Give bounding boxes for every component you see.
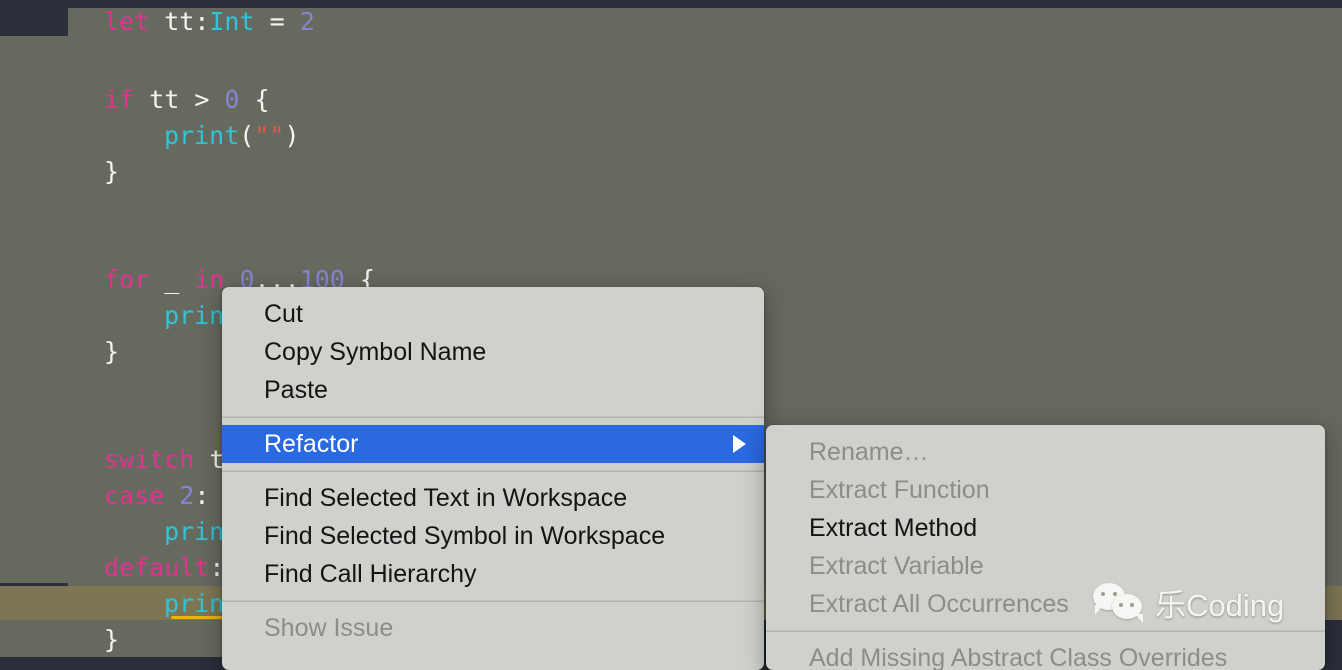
code-line: } <box>104 622 119 658</box>
code-token: } <box>104 337 120 366</box>
menu-item-label: Extract Function <box>809 476 990 504</box>
code-token: for <box>104 265 150 294</box>
code-token: 0 <box>224 85 240 114</box>
code-token: tt > <box>134 85 225 114</box>
refactor-submenu-item-extract-variable: Extract Variable <box>766 547 1325 585</box>
context-menu-top-padding <box>222 287 764 295</box>
code-token: 2 <box>299 7 315 36</box>
refactor-submenu-item-rename: Rename… <box>766 433 1325 471</box>
code-line: } <box>104 154 119 190</box>
refactor-submenu-top-padding <box>766 425 1325 433</box>
menu-item-label: Add Missing Abstract Class Overrides <box>809 644 1228 670</box>
code-token: : <box>194 7 210 36</box>
context-menu-item-refactor[interactable]: Refactor <box>222 425 764 463</box>
code-token: tt <box>149 7 195 36</box>
code-line: case 2: <box>104 478 209 514</box>
refactor-submenu-item-extract-method[interactable]: Extract Method <box>766 509 1325 547</box>
refactor-submenu-item-extract-function: Extract Function <box>766 471 1325 509</box>
code-token: } <box>104 157 120 186</box>
menu-separator <box>222 600 764 602</box>
menu-item-label: Copy Symbol Name <box>264 338 487 366</box>
context-menu-item-cut[interactable]: Cut <box>222 295 764 333</box>
menu-separator <box>222 470 764 472</box>
context-menu-item-find-selected-symbol-in-workspace[interactable]: Find Selected Symbol in Workspace <box>222 517 764 555</box>
menu-separator <box>766 630 1325 632</box>
menu-item-label: Extract Method <box>809 514 978 542</box>
code-token: let <box>104 7 150 36</box>
menu-item-label: Find Call Hierarchy <box>264 560 477 588</box>
code-line: default: <box>104 550 224 586</box>
screen: let tt:Int = 2 if tt > 0 {print("")} for _… <box>0 0 1342 670</box>
menu-item-label: Paste <box>264 376 328 404</box>
menu-item-label: Find Selected Symbol in Workspace <box>264 522 666 550</box>
code-token: in <box>194 265 225 294</box>
menu-item-label: Extract Variable <box>809 552 984 580</box>
code-token: switch <box>104 445 195 474</box>
menu-item-label: Find Selected Text in Workspace <box>264 484 628 512</box>
code-token: print <box>164 121 240 150</box>
menu-item-label: Rename… <box>809 438 929 466</box>
refactor-submenu-item-extract-all-occurrences: Extract All Occurrences <box>766 585 1325 623</box>
context-menu-item-find-call-hierarchy[interactable]: Find Call Hierarchy <box>222 555 764 593</box>
submenu-arrow-icon <box>733 435 746 453</box>
code-token: Int <box>209 7 255 36</box>
code-token: case <box>104 481 165 510</box>
code-line: print("") <box>164 118 300 154</box>
code-line: switch t <box>104 442 224 478</box>
code-token: ( <box>239 121 255 150</box>
context-menu-item-show-issue: Show Issue <box>222 609 764 647</box>
code-token: : <box>194 481 210 510</box>
menu-item-label: Cut <box>264 300 303 328</box>
editor-context-menu[interactable]: Cut Copy Symbol Name Paste Refactor Find Sel… <box>222 287 764 670</box>
menu-item-label: Refactor <box>264 430 359 458</box>
code-token: ) <box>284 121 300 150</box>
code-line: } <box>104 334 119 370</box>
refactor-submenu[interactable]: Rename… Extract Function Extract Method Ext… <box>766 425 1325 670</box>
context-menu-item-copy-symbol-name[interactable]: Copy Symbol Name <box>222 333 764 371</box>
code-line: let tt:Int = 2 <box>104 4 315 40</box>
code-token: { <box>239 85 270 114</box>
refactor-submenu-item-add-missing-abstract-class-overrides: Add Missing Abstract Class Overrides <box>766 639 1325 670</box>
context-menu-item-paste[interactable]: Paste <box>222 371 764 409</box>
code-token: 2 <box>179 481 195 510</box>
code-token: default <box>104 553 210 582</box>
context-menu-item-find-selected-text-in-workspace[interactable]: Find Selected Text in Workspace <box>222 479 764 517</box>
code-line: if tt > 0 { <box>104 82 270 118</box>
menu-item-label: Show Issue <box>264 614 394 642</box>
code-token: = <box>254 7 300 36</box>
code-token: "" <box>254 121 285 150</box>
menu-separator <box>222 416 764 418</box>
menu-item-label: Extract All Occurrences <box>809 590 1069 618</box>
code-token: t <box>194 445 225 474</box>
code-token: if <box>104 85 135 114</box>
code-token: } <box>104 625 120 654</box>
code-token: _ <box>149 265 195 294</box>
